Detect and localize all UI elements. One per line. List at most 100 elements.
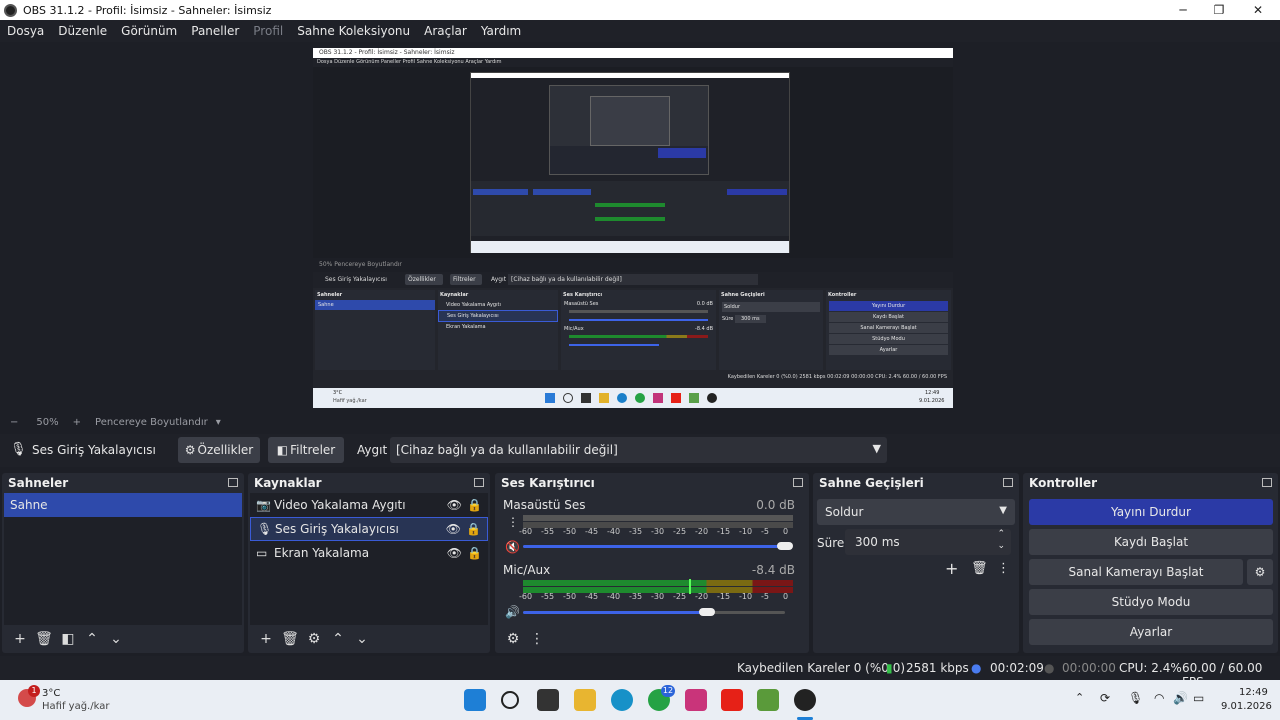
- spin-down-icon[interactable]: ⌄: [997, 541, 1005, 551]
- scale-tick-label: -45: [585, 527, 599, 536]
- battery-icon[interactable]: ▭: [1193, 691, 1204, 705]
- zoom-in-button[interactable]: +: [73, 417, 81, 428]
- source-item[interactable]: 📷 Video Yakalama Aygıtı 👁 🔒: [250, 493, 488, 517]
- windows-start-icon[interactable]: [464, 689, 486, 711]
- move-down-icon[interactable]: ⌄: [350, 629, 374, 649]
- source-item[interactable]: ▭ Ekran Yakalama 👁 🔒: [250, 541, 488, 565]
- clock-time[interactable]: 12:49: [1239, 687, 1268, 698]
- volume-icon[interactable]: 🔊: [1173, 691, 1188, 705]
- properties-button[interactable]: ⚙ Özellikler: [178, 437, 260, 463]
- preview-docks: Sahneler Sahne Kaynaklar Video Yakalama …: [313, 288, 953, 388]
- move-up-icon[interactable]: ⌃: [80, 629, 104, 649]
- add-icon[interactable]: +: [945, 559, 958, 578]
- fit-to-window-label[interactable]: Pencereye Boyutlandır: [95, 417, 208, 428]
- dock-float-icon[interactable]: [1003, 478, 1013, 487]
- source-item-selected[interactable]: 🎙 Ses Giriş Yakalayıcısı 👁 🔒: [250, 517, 488, 541]
- youtube-icon[interactable]: [721, 689, 743, 711]
- volume-slider-knob[interactable]: [699, 608, 715, 616]
- monitor-icon: ▭: [256, 546, 268, 560]
- preview-area[interactable]: OBS 31.1.2 - Profil: İsimsiz - Sahneler:…: [0, 42, 1280, 414]
- sources-title: Kaynaklar: [254, 476, 322, 490]
- scale-tick-label: -20: [695, 592, 709, 601]
- volume-slider-knob[interactable]: [777, 542, 793, 550]
- scale-tick-label: -45: [585, 592, 599, 601]
- stop-streaming-button[interactable]: Yayını Durdur: [1029, 499, 1273, 525]
- add-icon[interactable]: +: [254, 629, 278, 649]
- menu-profile[interactable]: Profil: [253, 24, 283, 38]
- spin-up-icon[interactable]: ⌃: [997, 529, 1005, 539]
- trash-icon[interactable]: 🗑: [971, 561, 988, 576]
- lock-icon[interactable]: 🔒: [467, 546, 482, 560]
- move-up-icon[interactable]: ⌃: [326, 629, 350, 649]
- studio-mode-button[interactable]: Stüdyo Modu: [1029, 589, 1273, 615]
- visibility-eye-icon[interactable]: 👁: [446, 522, 461, 536]
- settings-button[interactable]: Ayarlar: [1029, 619, 1273, 645]
- search-icon[interactable]: [501, 691, 519, 709]
- zoom-dropdown-icon[interactable]: ▾: [216, 417, 221, 428]
- menu-edit[interactable]: Düzenle: [58, 24, 107, 38]
- muted-speaker-icon[interactable]: 🔇: [505, 540, 520, 554]
- kebab-menu-icon[interactable]: ⋮: [525, 629, 549, 649]
- dock-float-icon[interactable]: [793, 478, 803, 487]
- tray-chevron-up-icon[interactable]: ⌃: [1075, 691, 1084, 704]
- add-icon[interactable]: +: [8, 629, 32, 649]
- visibility-eye-icon[interactable]: 👁: [447, 498, 462, 512]
- menu-help[interactable]: Yardım: [481, 24, 521, 38]
- mixer-body: Masaüstü Ses 0.0 dB ⋮ -60 -55 -50 -45 -40 -35…: [497, 493, 807, 625]
- zoom-value: 50%: [36, 416, 59, 428]
- menu-file[interactable]: Dosya: [7, 24, 44, 38]
- gear-icon[interactable]: ⚙: [302, 629, 326, 649]
- microphone-tray-icon[interactable]: 🎙: [1128, 691, 1143, 705]
- filters-button[interactable]: ◧ Filtreler: [268, 437, 344, 463]
- sync-icon[interactable]: ⟳: [1100, 691, 1110, 705]
- kebab-menu-icon[interactable]: ⋮: [997, 561, 1010, 576]
- stream-status-icon: ●: [971, 661, 982, 675]
- lock-icon[interactable]: 🔒: [467, 498, 482, 512]
- lock-icon[interactable]: 🔒: [466, 522, 481, 536]
- scale-tick-label: -10: [739, 527, 753, 536]
- dock-float-icon[interactable]: [228, 478, 238, 487]
- visibility-eye-icon[interactable]: 👁: [447, 546, 462, 560]
- trash-icon[interactable]: 🗑: [278, 629, 302, 649]
- instagram-icon[interactable]: [685, 689, 707, 711]
- scale-tick-label: -30: [651, 592, 665, 601]
- preview-zoom-row: 50% Pencereye Boyutlandır: [313, 258, 953, 272]
- wifi-icon[interactable]: ◠: [1154, 691, 1164, 705]
- scene-item[interactable]: Sahne: [4, 493, 242, 517]
- volume-slider[interactable]: [523, 545, 785, 548]
- menu-tools[interactable]: Araçlar: [424, 24, 467, 38]
- close-button[interactable]: ✕: [1238, 0, 1278, 20]
- scale-tick-label: -60: [519, 592, 533, 601]
- task-view-icon[interactable]: [537, 689, 559, 711]
- maximize-button[interactable]: ❐: [1199, 0, 1239, 20]
- minimize-button[interactable]: ─: [1163, 0, 1203, 20]
- menu-view[interactable]: Görünüm: [121, 24, 177, 38]
- minecraft-icon[interactable]: [757, 689, 779, 711]
- obs-taskbar-icon[interactable]: [794, 689, 816, 711]
- start-recording-button[interactable]: Kaydı Başlat: [1029, 529, 1273, 555]
- advanced-audio-gear-icon[interactable]: ⚙: [501, 629, 525, 649]
- preview-canvas[interactable]: OBS 31.1.2 - Profil: İsimsiz - Sahneler:…: [313, 48, 953, 408]
- menu-scene-collection[interactable]: Sahne Koleksiyonu: [297, 24, 410, 38]
- level-meter: [523, 515, 793, 521]
- trash-icon[interactable]: 🗑: [32, 629, 56, 649]
- clock-date[interactable]: 9.01.2026: [1221, 701, 1272, 712]
- duration-spinbox[interactable]: 300 ms ⌃ ⌄: [845, 529, 1011, 555]
- volume-slider[interactable]: [523, 611, 707, 614]
- filter-icon[interactable]: ◧: [56, 629, 80, 649]
- scale-tick-label: 0: [783, 592, 789, 601]
- dock-float-icon[interactable]: [1262, 478, 1272, 487]
- file-explorer-icon[interactable]: [574, 689, 596, 711]
- zoom-out-button[interactable]: −: [10, 417, 18, 428]
- scale-tick-label: -5: [761, 592, 769, 601]
- microphone-icon: 🎙: [10, 442, 27, 457]
- start-virtual-camera-button[interactable]: Sanal Kamerayı Başlat: [1029, 559, 1243, 585]
- speaker-icon[interactable]: 🔊: [505, 605, 520, 619]
- dock-float-icon[interactable]: [474, 478, 484, 487]
- edge-browser-icon[interactable]: [611, 689, 633, 711]
- transition-select[interactable]: Soldur ▼: [817, 499, 1015, 525]
- device-select[interactable]: [Cihaz bağlı ya da kullanılabilir değil]…: [390, 437, 887, 463]
- move-down-icon[interactable]: ⌄: [104, 629, 128, 649]
- menu-docks[interactable]: Paneller: [191, 24, 239, 38]
- virtual-camera-settings-gear-icon[interactable]: ⚙: [1247, 559, 1273, 585]
